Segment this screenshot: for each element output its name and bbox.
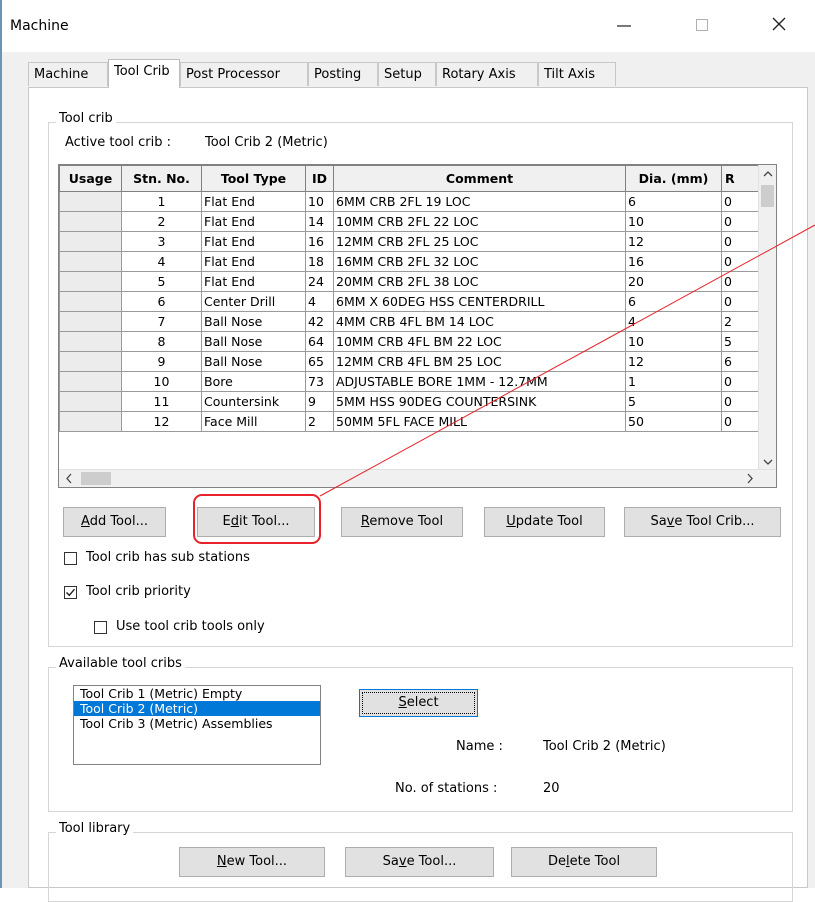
annotation-arrow-line: [319, 224, 815, 497]
tab-tool-crib[interactable]: Tool Crib: [108, 59, 180, 88]
